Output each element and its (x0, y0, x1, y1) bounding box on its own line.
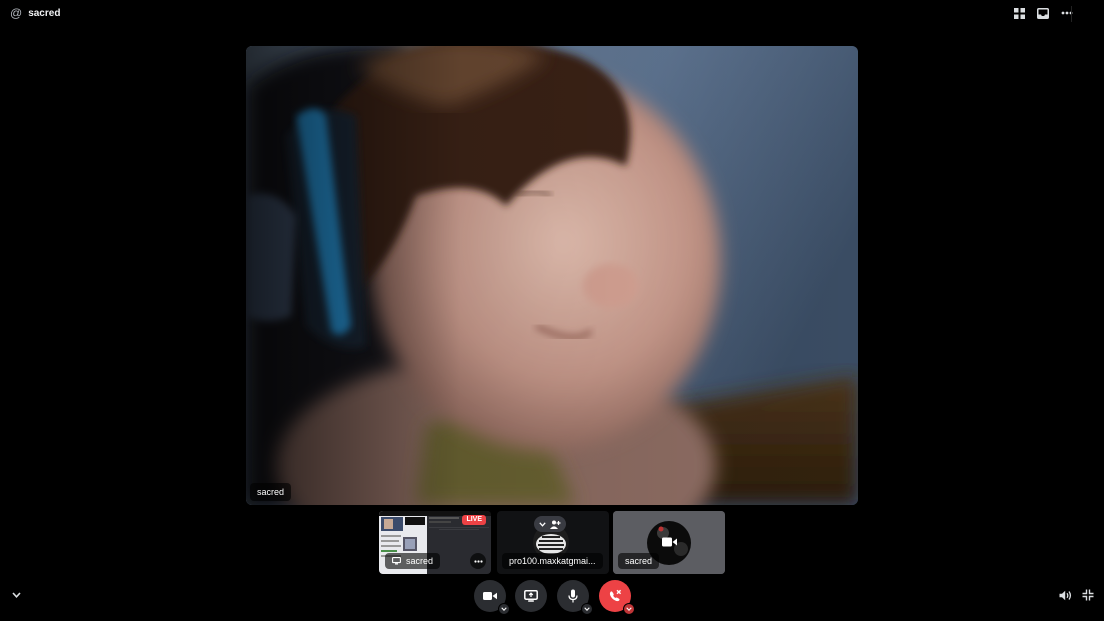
inbox-button[interactable] (1036, 6, 1050, 20)
chevron-down-icon (626, 607, 632, 611)
tile-nameplate: pro100.maxkatgmai... (502, 553, 603, 569)
main-video-stream[interactable]: sacred (246, 46, 858, 505)
monitor-icon (392, 557, 401, 565)
at-icon: @ (10, 6, 23, 20)
camera-options-button[interactable] (498, 603, 510, 615)
tile-label: sacred (406, 556, 434, 566)
tile-nameplate: sacred (618, 553, 660, 569)
microphone-icon (568, 589, 578, 603)
tile-nameplate: sacred (385, 553, 441, 569)
tile-label: sacred (625, 556, 653, 566)
collapse-button[interactable] (9, 588, 23, 602)
chevron-down-icon (539, 521, 546, 527)
inbox-icon (1037, 7, 1049, 19)
top-bar: @ sacred (0, 0, 1104, 28)
more-icon (473, 559, 483, 563)
chevron-down-icon (584, 607, 590, 611)
microphone-button[interactable] (557, 580, 593, 615)
top-divider (1071, 6, 1072, 22)
screen-share-button[interactable] (515, 580, 547, 612)
main-video-name: sacred (257, 487, 285, 497)
hang-up-button[interactable] (599, 580, 635, 615)
hang-up-options-button[interactable] (623, 603, 635, 615)
camera-off-tile[interactable]: sacred (613, 511, 725, 574)
channel-name: sacred (28, 7, 61, 19)
volume-icon (1059, 590, 1071, 600)
participant-tile[interactable]: pro100.maxkatgmai... (497, 511, 609, 574)
camera-icon (661, 537, 677, 547)
chevron-down-icon (501, 607, 507, 611)
channel-header: @ sacred (10, 7, 60, 19)
exit-fullscreen-icon (1082, 589, 1094, 601)
camera-button[interactable] (474, 580, 510, 615)
grid-icon (1013, 7, 1025, 19)
tile-label: pro100.maxkatgmai... (509, 556, 596, 566)
exit-fullscreen-button[interactable] (1081, 588, 1095, 602)
camera-indicator (661, 536, 677, 548)
video-frame (246, 46, 858, 505)
volume-button[interactable] (1058, 588, 1072, 602)
grid-layout-button[interactable] (1012, 6, 1026, 20)
camera-icon (483, 592, 497, 600)
chevron-down-icon (11, 592, 21, 598)
tile-more-button[interactable] (470, 553, 486, 569)
main-video-nameplate: sacred (250, 483, 292, 501)
top-actions (1012, 6, 1074, 20)
stream-tile-screen-share[interactable]: LIVE sacred (379, 511, 491, 574)
screen-share-icon (524, 590, 538, 602)
add-user-icon (550, 520, 561, 529)
live-badge: LIVE (462, 515, 486, 525)
hang-up-icon (609, 589, 622, 602)
microphone-options-button[interactable] (581, 603, 593, 615)
tile-options-button[interactable] (534, 516, 566, 532)
